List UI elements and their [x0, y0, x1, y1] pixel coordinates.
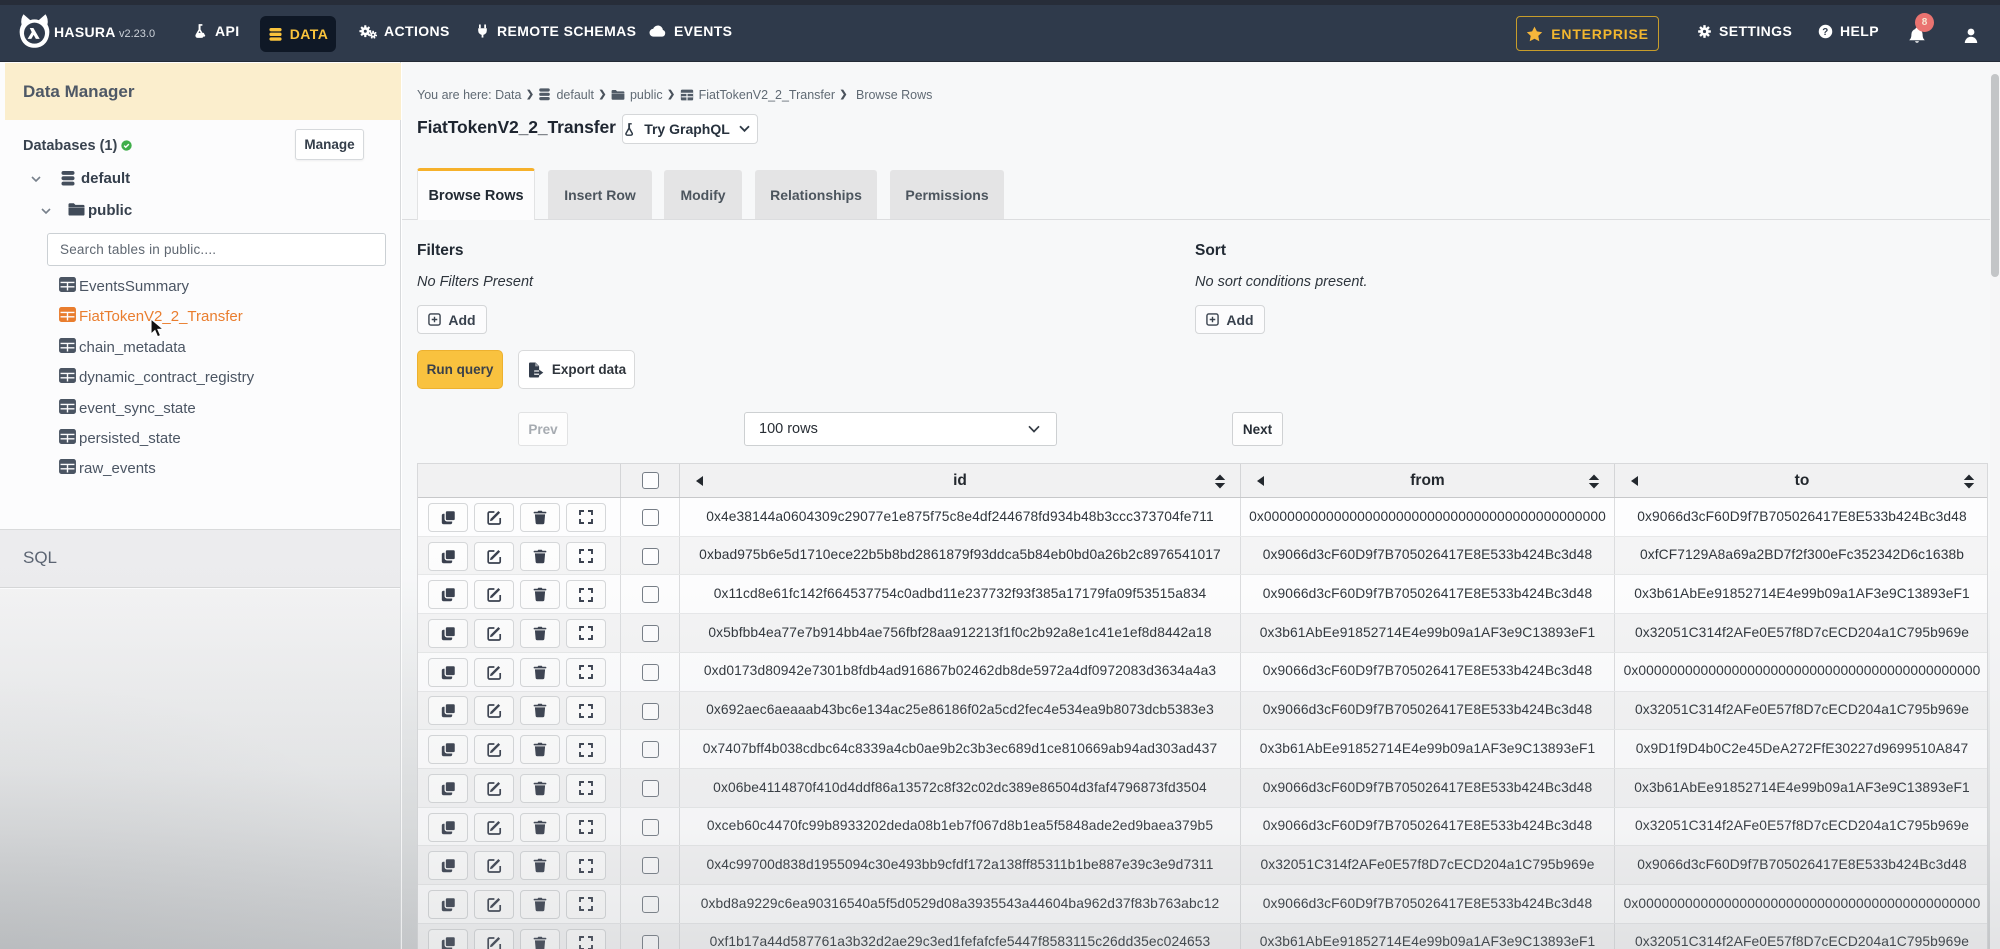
svg-text:?: ?	[1822, 26, 1828, 37]
